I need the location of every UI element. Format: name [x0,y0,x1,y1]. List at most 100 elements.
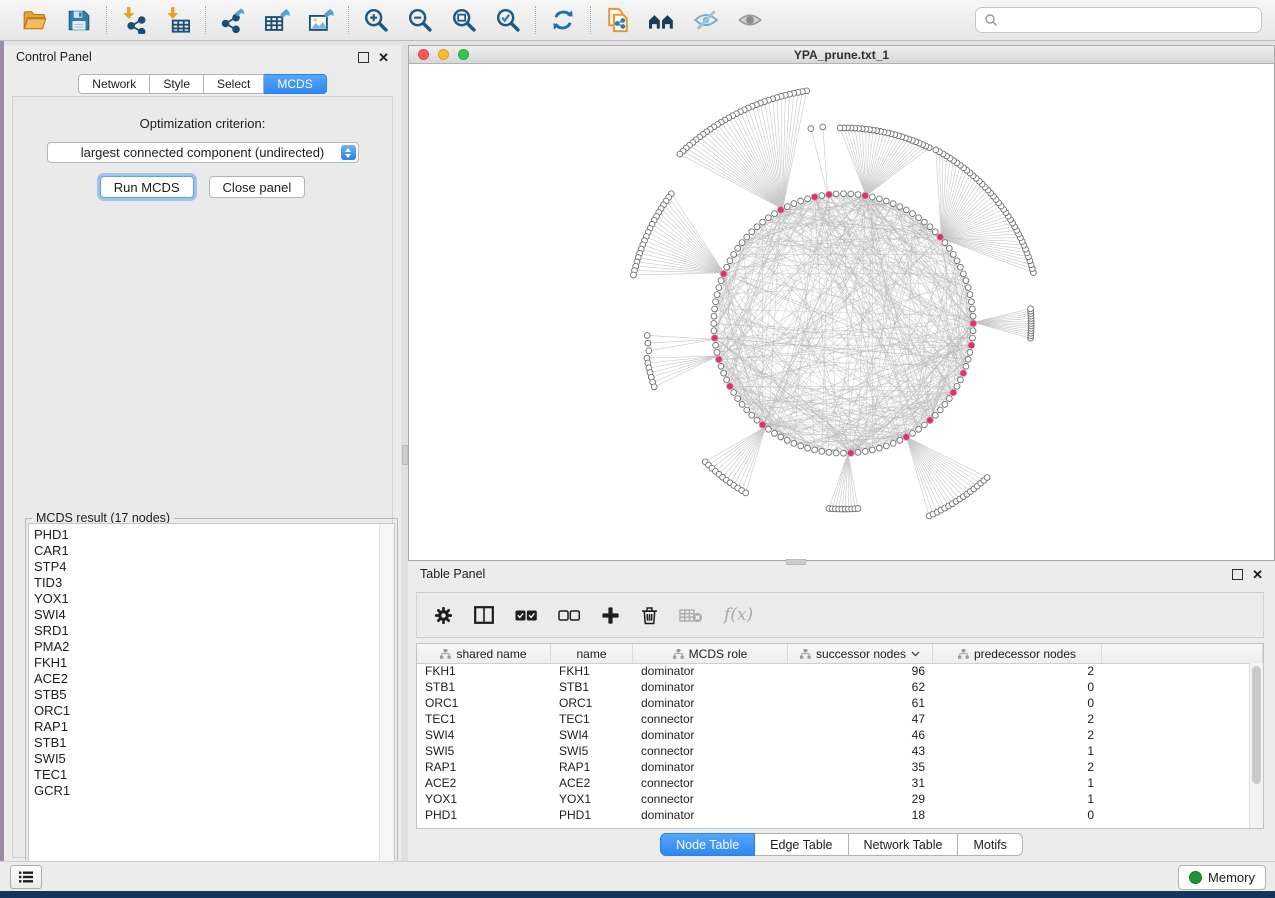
export-network-icon[interactable] [218,6,248,34]
select-all-icon[interactable] [515,610,537,621]
graph-hub-node[interactable] [950,389,957,396]
export-image-icon[interactable] [306,6,336,34]
table-row[interactable]: PHD1PHD1dominator180 [417,807,1250,823]
list-item[interactable]: PMA2 [34,639,394,655]
show-all-icon[interactable] [735,6,765,34]
tab-network[interactable]: Network [78,74,150,94]
table-row[interactable]: FKH1FKH1dominator962 [417,663,1250,679]
node-table-scrollbar[interactable] [1249,663,1263,828]
list-item[interactable]: SWI5 [34,751,394,767]
tab-style[interactable]: Style [150,74,204,94]
table-row[interactable]: STB1STB1dominator620 [417,679,1250,695]
graph-hub-node[interactable] [826,191,833,198]
clone-network-icon[interactable] [603,6,633,34]
vertical-splitter[interactable] [401,45,408,862]
float-panel-icon[interactable] [358,52,369,63]
list-item[interactable]: PHD1 [34,527,394,543]
list-item[interactable]: SWI4 [34,607,394,623]
settings-gear-icon[interactable] [434,606,453,625]
minimize-window-icon[interactable] [438,49,449,60]
tab-edge-table[interactable]: Edge Table [755,833,848,856]
close-panel-button[interactable]: Close panel [209,176,306,198]
open-file-icon[interactable] [20,6,50,34]
tab-mcds[interactable]: MCDS [264,74,326,94]
list-item[interactable]: YOX1 [34,591,394,607]
zoom-out-icon[interactable] [405,6,435,34]
run-mcds-button[interactable]: Run MCDS [100,176,194,198]
graph-hub-node[interactable] [711,335,718,342]
close-table-panel-icon[interactable]: ✕ [1252,570,1263,579]
tab-network-table[interactable]: Network Table [849,833,959,856]
graph-hub-node[interactable] [759,422,766,429]
list-item[interactable]: SRD1 [34,623,394,639]
list-item[interactable]: STB1 [34,735,394,751]
list-item[interactable]: CAR1 [34,543,394,559]
graph-hub-node[interactable] [970,320,977,327]
list-item[interactable]: GCR1 [34,783,394,799]
show-console-button[interactable] [10,865,42,889]
zoom-in-icon[interactable] [361,6,391,34]
network-canvas[interactable] [409,64,1274,560]
graph-hub-node[interactable] [727,383,734,390]
search-field[interactable] [975,7,1262,33]
tab-motifs[interactable]: Motifs [958,833,1022,856]
search-input[interactable] [1003,12,1261,29]
graph-hub-node[interactable] [862,192,869,199]
table-row[interactable]: TEC1TEC1connector472 [417,711,1250,727]
table-row[interactable]: ACE2ACE2connector311 [417,775,1250,791]
criterion-dropdown[interactable]: largest connected component (undirected) [47,142,359,163]
node-table-scrollbar-thumb[interactable] [1252,666,1261,784]
horizontal-splitter-handle[interactable] [786,559,806,565]
network-window-titlebar[interactable]: YPA_prune.txt_1 [409,46,1274,64]
graph-hub-node[interactable] [903,434,910,441]
delete-column-icon[interactable] [641,606,658,625]
column-header-shared-name[interactable]: shared name [417,644,551,663]
hide-selected-icon[interactable] [691,6,721,34]
close-panel-icon[interactable]: ✕ [378,53,389,62]
export-table-icon[interactable] [262,6,292,34]
close-window-icon[interactable] [418,49,429,60]
graph-hub-node[interactable] [968,342,975,349]
split-pane-icon[interactable] [474,606,494,624]
tab-node-table[interactable]: Node Table [660,833,755,856]
refresh-icon[interactable] [548,6,578,34]
add-column-icon[interactable] [601,606,620,625]
import-network-icon[interactable] [119,6,149,34]
memory-button[interactable]: Memory [1178,865,1266,890]
table-row[interactable]: ORC1ORC1dominator610 [417,695,1250,711]
table-row[interactable]: SWI5SWI5connector431 [417,743,1250,759]
first-neighbors-icon[interactable] [647,6,677,34]
column-header-predecessor-nodes[interactable]: predecessor nodes [933,644,1102,663]
graph-hub-node[interactable] [777,207,784,214]
float-table-panel-icon[interactable] [1232,569,1243,580]
list-item[interactable]: RAP1 [34,719,394,735]
graph-hub-node[interactable] [811,194,818,201]
maximize-window-icon[interactable] [458,49,469,60]
zoom-fit-icon[interactable] [449,6,479,34]
list-item[interactable]: STB5 [34,687,394,703]
table-row[interactable]: RAP1RAP1dominator352 [417,759,1250,775]
mcds-result-scrollbar[interactable] [379,524,394,887]
graph-hub-node[interactable] [960,370,967,377]
list-item[interactable]: TID3 [34,575,394,591]
zoom-selected-icon[interactable] [493,6,523,34]
graph-hub-node[interactable] [927,417,934,424]
list-item[interactable]: TEC1 [34,767,394,783]
table-row[interactable]: SWI4SWI4dominator462 [417,727,1250,743]
import-table-icon[interactable] [163,6,193,34]
tab-select[interactable]: Select [204,74,264,94]
list-item[interactable]: ACE2 [34,671,394,687]
table-row[interactable]: YOX1YOX1connector291 [417,791,1250,807]
graph-hub-node[interactable] [847,450,854,457]
column-header-name[interactable]: name [551,644,633,663]
unselect-all-icon[interactable] [558,610,580,621]
save-icon[interactable] [64,6,94,34]
list-item[interactable]: ORC1 [34,703,394,719]
column-header-mcds-role[interactable]: MCDS role [633,644,788,663]
column-header-successor-nodes[interactable]: successor nodes [788,644,933,663]
graph-hub-node[interactable] [715,356,722,363]
graph-hub-node[interactable] [720,270,727,277]
list-item[interactable]: FKH1 [34,655,394,671]
list-item[interactable]: STP4 [34,559,394,575]
network-graph[interactable] [409,64,1274,560]
